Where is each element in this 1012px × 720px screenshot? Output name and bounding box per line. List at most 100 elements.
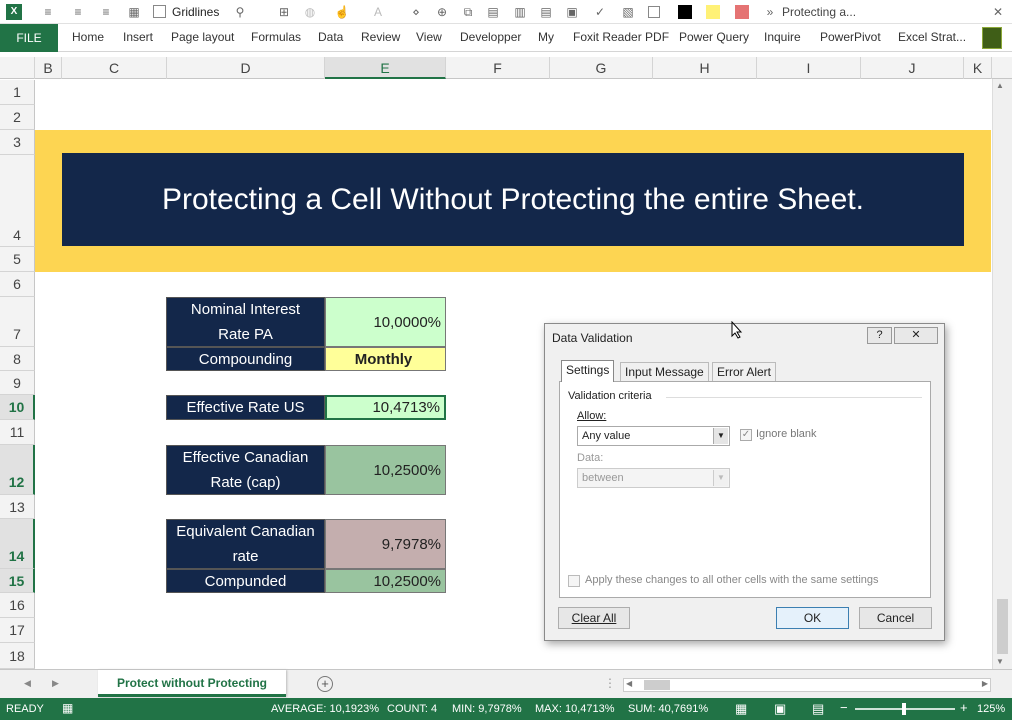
- align-left-icon[interactable]: ≡: [40, 4, 56, 20]
- ignore-blank-checkbox[interactable]: ✓: [740, 429, 752, 441]
- tab-powerpivot[interactable]: PowerPivot: [820, 30, 881, 44]
- page-break-view-icon[interactable]: ▤: [812, 701, 824, 717]
- red-fill-icon[interactable]: [735, 5, 749, 19]
- tab-formulas[interactable]: Formulas: [251, 30, 301, 44]
- scroll-thumb[interactable]: [997, 599, 1008, 654]
- row-header-18[interactable]: 18: [0, 643, 35, 669]
- equivalent-canadian-value[interactable]: 9,7978%: [325, 519, 446, 569]
- row-header-2[interactable]: 2: [0, 105, 35, 130]
- column-header-k[interactable]: K: [964, 57, 992, 79]
- row-header-6[interactable]: 6: [0, 272, 35, 297]
- row-header-9[interactable]: 9: [0, 371, 35, 395]
- page-layout-view-icon[interactable]: ▣: [774, 701, 786, 717]
- help-button[interactable]: ?: [867, 327, 892, 344]
- column-header-e[interactable]: E: [325, 57, 446, 79]
- hscroll-thumb[interactable]: [644, 680, 670, 690]
- shapes-icon[interactable]: ⋄: [408, 4, 424, 20]
- binoculars-icon[interactable]: ⚲: [232, 4, 248, 20]
- row-header-1[interactable]: 1: [0, 80, 35, 105]
- tab-page-layout[interactable]: Page layout: [171, 30, 234, 44]
- column-header-i[interactable]: I: [757, 57, 861, 79]
- row-header-7[interactable]: 7: [0, 297, 35, 347]
- effective-canadian-value[interactable]: 10,2500%: [325, 445, 446, 495]
- prev-sheet-icon[interactable]: ◀: [24, 678, 31, 689]
- allow-select[interactable]: Any value ▼: [577, 426, 730, 446]
- zoom-out-icon[interactable]: −: [840, 700, 848, 715]
- column-header-h[interactable]: H: [653, 57, 757, 79]
- column-header-d[interactable]: D: [167, 57, 325, 79]
- font-color-icon[interactable]: A: [370, 4, 386, 20]
- empty-box-icon[interactable]: [648, 6, 660, 18]
- effective-rate-us-value[interactable]: 10,4713%: [325, 395, 446, 420]
- addin-icon[interactable]: [982, 27, 1002, 49]
- scroll-up-icon[interactable]: ▲: [996, 81, 1004, 90]
- row-header-5[interactable]: 5: [0, 247, 35, 272]
- next-sheet-icon[interactable]: ▶: [52, 678, 59, 689]
- macro-record-icon[interactable]: ▦: [62, 701, 73, 715]
- row-header-15[interactable]: 15: [0, 569, 35, 593]
- row-header-10[interactable]: 10: [0, 395, 35, 420]
- nominal-rate-value[interactable]: 10,0000%: [325, 297, 446, 347]
- close-button[interactable]: ✕: [894, 327, 938, 344]
- row-header-17[interactable]: 17: [0, 618, 35, 643]
- column-header-c[interactable]: C: [62, 57, 167, 79]
- add-sheet-icon[interactable]: +: [317, 676, 333, 692]
- tab-input-message[interactable]: Input Message: [620, 362, 709, 382]
- tab-developper[interactable]: Developper: [460, 30, 521, 44]
- copy-icon[interactable]: ⧉: [460, 4, 476, 20]
- black-fill-icon[interactable]: [678, 5, 692, 19]
- tab-inquire[interactable]: Inquire: [764, 30, 801, 44]
- row-header-4[interactable]: 4: [0, 155, 35, 247]
- scroll-right-icon[interactable]: ▶: [982, 679, 988, 688]
- row-header-14[interactable]: 14: [0, 519, 35, 569]
- format-icon[interactable]: ▥: [512, 4, 528, 20]
- clear-all-button[interactable]: Clear All: [558, 607, 630, 629]
- chevron-down-icon[interactable]: ▼: [713, 470, 728, 486]
- sheet-icon[interactable]: ▧: [620, 4, 636, 20]
- compunded-value[interactable]: 10,2500%: [325, 569, 446, 593]
- row-header-11[interactable]: 11: [0, 420, 35, 445]
- more-icon[interactable]: »: [762, 4, 778, 20]
- gridlines-checkbox[interactable]: [153, 5, 166, 18]
- tab-home[interactable]: Home: [72, 30, 104, 44]
- ok-button[interactable]: OK: [776, 607, 849, 629]
- tab-review[interactable]: Review: [361, 30, 400, 44]
- tab-my[interactable]: My: [538, 30, 554, 44]
- scroll-left-icon[interactable]: ◀: [626, 679, 632, 688]
- close-window-icon[interactable]: ✕: [990, 4, 1006, 20]
- scroll-down-icon[interactable]: ▼: [996, 657, 1004, 666]
- tab-power-query[interactable]: Power Query: [679, 30, 749, 44]
- globe-icon[interactable]: ◍: [302, 4, 318, 20]
- tab-data[interactable]: Data: [318, 30, 343, 44]
- sheet-tab-protect[interactable]: Protect without Protecting: [98, 670, 286, 697]
- splitter-icon[interactable]: ⋮: [604, 676, 616, 690]
- compounding-value[interactable]: Monthly: [325, 347, 446, 371]
- horizontal-scrollbar[interactable]: ◀ ▶: [623, 678, 991, 692]
- tab-insert[interactable]: Insert: [123, 30, 153, 44]
- cut-icon[interactable]: ⊕: [434, 4, 450, 20]
- zoom-level[interactable]: 125%: [977, 703, 1005, 715]
- normal-view-icon[interactable]: ▦: [735, 701, 747, 717]
- select-all-corner[interactable]: [0, 57, 35, 79]
- apply-all-checkbox[interactable]: [568, 575, 580, 587]
- tab-error-alert[interactable]: Error Alert: [712, 362, 777, 382]
- row-header-3[interactable]: 3: [0, 130, 35, 155]
- yellow-fill-icon[interactable]: [706, 5, 720, 19]
- paste-icon[interactable]: ▤: [485, 4, 501, 20]
- align-right-icon[interactable]: ≡: [98, 4, 114, 20]
- align-center-icon[interactable]: ≡: [70, 4, 86, 20]
- vertical-scrollbar[interactable]: ▲ ▼: [992, 79, 1012, 669]
- chevron-down-icon[interactable]: ▼: [713, 428, 728, 444]
- tab-excel-strat[interactable]: Excel Strat...: [898, 30, 966, 44]
- column-header-f[interactable]: F: [446, 57, 550, 79]
- screen-icon[interactable]: ▣: [564, 4, 580, 20]
- row-header-16[interactable]: 16: [0, 593, 35, 618]
- align-tool-icon[interactable]: ⊞: [276, 4, 292, 20]
- cancel-button[interactable]: Cancel: [859, 607, 932, 629]
- row-header-13[interactable]: 13: [0, 495, 35, 519]
- row-header-8[interactable]: 8: [0, 347, 35, 371]
- tab-foxit[interactable]: Foxit Reader PDF: [573, 30, 669, 44]
- pointer-icon[interactable]: ☝: [334, 4, 350, 20]
- row-header-12[interactable]: 12: [0, 445, 35, 495]
- data-select[interactable]: between ▼: [577, 468, 730, 488]
